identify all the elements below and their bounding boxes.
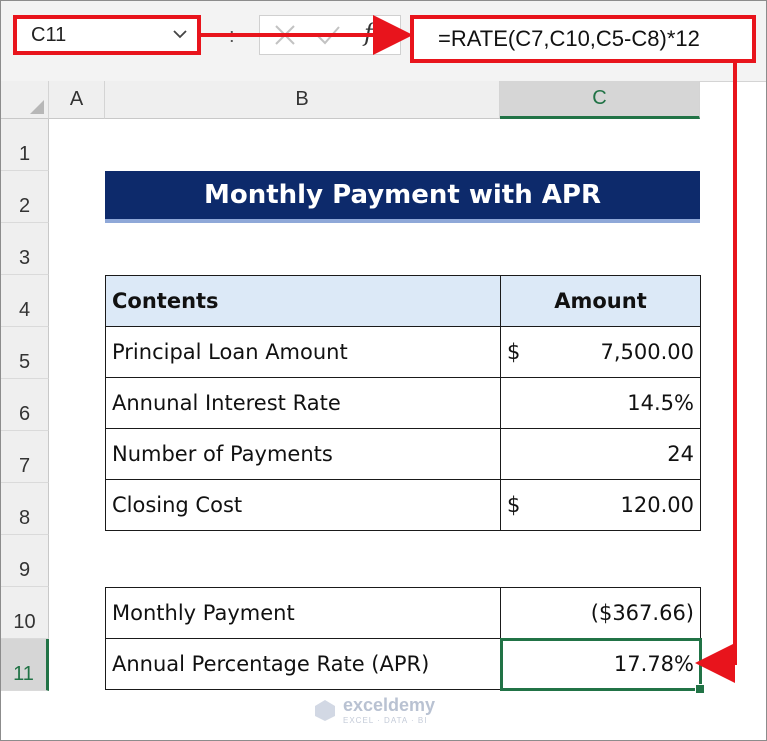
annotation-arrows xyxy=(201,15,737,683)
spreadsheet-window: C11 : fx =RATE(C7,C10,C5-C8)*12 A B C 1 … xyxy=(0,0,767,741)
watermark-tagline: EXCEL · DATA · BI xyxy=(343,716,428,725)
exceldemy-watermark: exceldemy EXCEL · DATA · BI xyxy=(313,695,435,725)
watermark-name: exceldemy xyxy=(343,695,436,715)
formula-to-cell-arrow xyxy=(695,63,737,683)
exceldemy-logo-icon xyxy=(315,700,335,721)
